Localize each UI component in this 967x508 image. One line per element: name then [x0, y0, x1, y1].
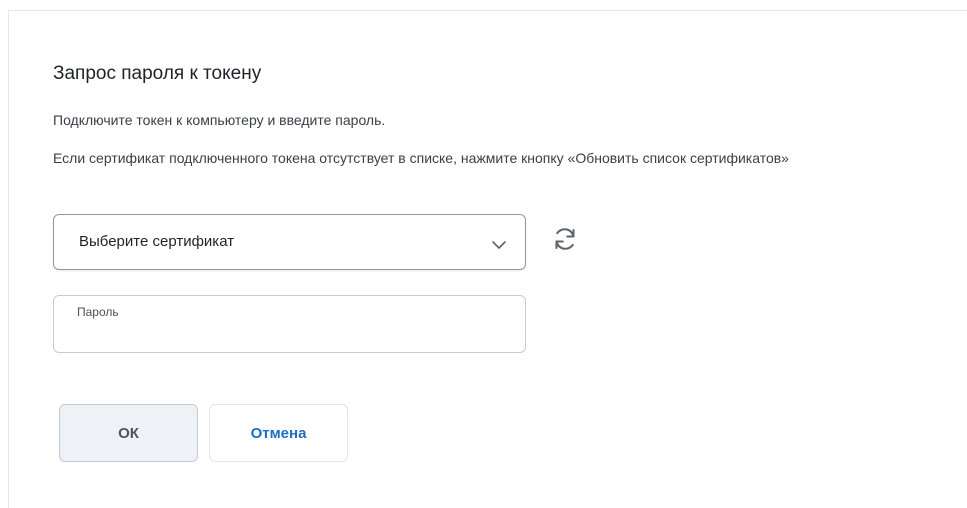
ok-button[interactable]: ОК	[59, 404, 198, 462]
password-label: Пароль	[77, 305, 119, 319]
token-password-dialog: Запрос пароля к токену Подключите токен …	[8, 10, 967, 508]
password-input[interactable]	[76, 324, 506, 346]
refresh-hint-text: Если сертификат подключенного токена отс…	[53, 150, 789, 166]
password-field[interactable]: Пароль	[53, 295, 526, 353]
connect-hint-text: Подключите токен к компьютеру и введите …	[53, 112, 386, 128]
dialog-title: Запрос пароля к токену	[53, 63, 262, 84]
chevron-down-icon	[491, 237, 507, 249]
cancel-button[interactable]: Отмена	[209, 404, 348, 462]
refresh-icon	[549, 228, 581, 259]
refresh-certificates-button[interactable]	[549, 223, 581, 255]
certificate-select-value: Выберите сертификат	[79, 233, 235, 250]
certificate-select[interactable]: Выберите сертификат	[53, 214, 526, 270]
